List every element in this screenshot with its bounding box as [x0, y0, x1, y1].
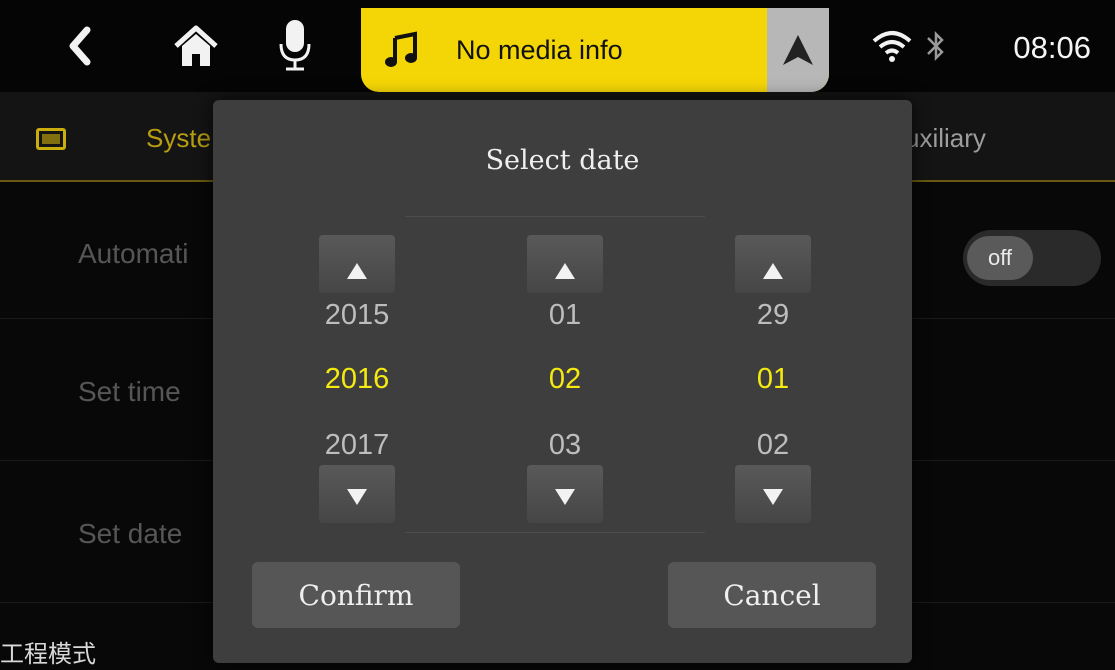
confirm-button[interactable]: Confirm: [252, 562, 460, 628]
year-selected-value: 2016: [324, 363, 390, 395]
day-column: 29 01 02: [735, 235, 811, 525]
screen-icon: [36, 128, 66, 150]
month-next-value[interactable]: 03: [507, 429, 623, 462]
navigation-arrow-icon[interactable]: [767, 8, 829, 92]
status-bar: No media info 08:06: [0, 0, 1115, 92]
back-chevron-icon[interactable]: [48, 14, 112, 78]
arrow-down-icon: [555, 489, 575, 505]
media-info-text: No media info: [456, 35, 623, 65]
music-note-icon: [383, 30, 423, 70]
clock: 08:06: [1013, 30, 1091, 65]
month-down-button[interactable]: [527, 465, 603, 523]
day-down-button[interactable]: [735, 465, 811, 523]
day-up-button[interactable]: [735, 235, 811, 293]
media-info-bar[interactable]: No media info: [361, 8, 829, 92]
year-up-button[interactable]: [319, 235, 395, 293]
engineering-mode-label[interactable]: 工程模式: [0, 634, 96, 669]
month-selected-value: 02: [548, 363, 582, 395]
toggle-knob: off: [967, 236, 1033, 280]
day-selected-value: 01: [756, 363, 790, 395]
bluetooth-icon: [904, 14, 968, 78]
set-date-label[interactable]: Set date: [78, 518, 182, 550]
day-prev-value[interactable]: 29: [715, 299, 831, 332]
arrow-up-icon: [555, 263, 575, 279]
automatic-time-toggle[interactable]: off: [963, 230, 1101, 286]
arrow-up-icon: [763, 263, 783, 279]
month-up-button[interactable]: [527, 235, 603, 293]
arrow-down-icon: [763, 489, 783, 505]
arrow-down-icon: [347, 489, 367, 505]
year-column: 2015 2016 2017: [319, 235, 395, 525]
picker-divider: [405, 216, 705, 217]
microphone-icon[interactable]: [263, 14, 327, 78]
month-prev-value[interactable]: 01: [507, 299, 623, 332]
date-picker-dialog: Select date 2015 2016 2017 01 02 03 29 0…: [213, 100, 912, 663]
automatic-time-label: Automati: [78, 238, 189, 269]
picker-divider: [405, 532, 705, 533]
year-prev-value[interactable]: 2015: [299, 299, 415, 332]
dialog-title: Select date: [485, 145, 640, 176]
arrow-up-icon: [347, 263, 367, 279]
home-icon[interactable]: [164, 14, 228, 78]
tab-auxiliary[interactable]: uxiliary: [905, 123, 986, 154]
day-next-value[interactable]: 02: [715, 429, 831, 462]
set-time-label[interactable]: Set time: [78, 376, 181, 408]
tab-system[interactable]: Syste: [146, 123, 211, 154]
year-down-button[interactable]: [319, 465, 395, 523]
cancel-button[interactable]: Cancel: [668, 562, 876, 628]
month-column: 01 02 03: [527, 235, 603, 525]
year-next-value[interactable]: 2017: [299, 429, 415, 462]
